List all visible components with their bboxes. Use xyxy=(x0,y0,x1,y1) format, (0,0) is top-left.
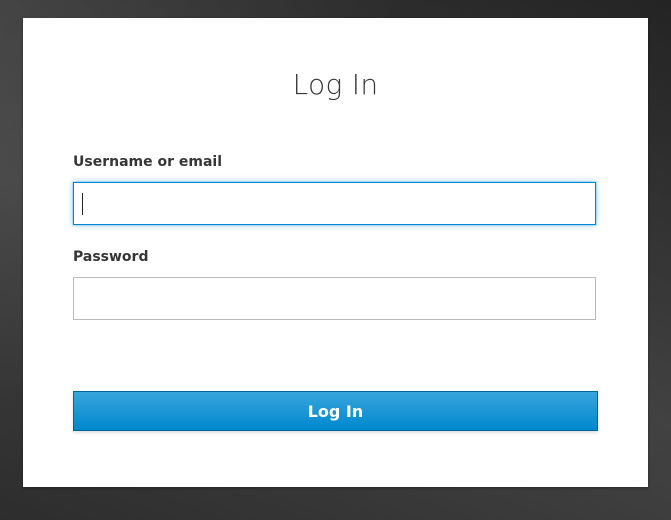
password-label: Password xyxy=(73,249,149,265)
password-input[interactable] xyxy=(73,277,596,320)
page-title: Log In xyxy=(292,68,379,101)
login-card: Log In Username or email Password Log In xyxy=(23,18,648,487)
login-button[interactable]: Log In xyxy=(73,391,598,431)
username-input[interactable] xyxy=(73,182,596,225)
username-label: Username or email xyxy=(73,154,222,170)
text-cursor xyxy=(82,193,83,215)
